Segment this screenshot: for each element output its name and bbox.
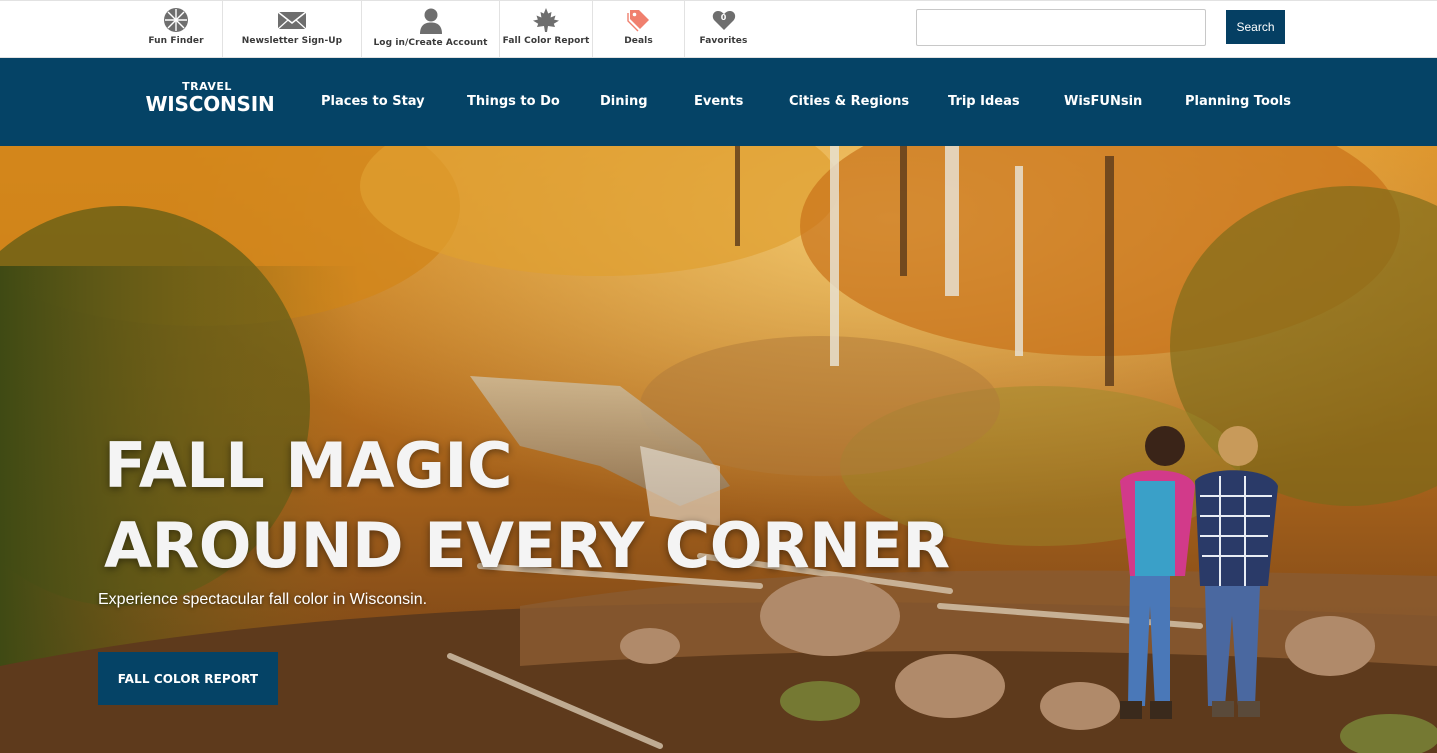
nav-places-to-stay[interactable]: Places to Stay (321, 94, 425, 109)
newsletter-signup-link[interactable]: Newsletter Sign-Up (223, 1, 362, 58)
hero-headline-line1: FALL MAGIC (104, 429, 512, 502)
deals-link[interactable]: Deals (593, 1, 685, 58)
newsletter-signup-label: Newsletter Sign-Up (241, 36, 343, 46)
utility-bar: Fun Finder Newsletter Sign-Up Log in/Cre… (0, 0, 1437, 58)
fall-color-report-label: Fall Color Report (502, 36, 590, 46)
fall-color-report-button[interactable]: FALL COLOR REPORT (98, 652, 278, 705)
favorites-label: Favorites (699, 36, 748, 46)
fun-finder-link[interactable]: Fun Finder (130, 1, 223, 58)
nav-wisfunsin[interactable]: WisFUNsin (1064, 94, 1142, 109)
deals-label: Deals (624, 36, 653, 46)
search-button[interactable]: Search (1226, 10, 1285, 44)
login-create-account-label: Log in/Create Account (373, 38, 488, 48)
nav-cities-regions[interactable]: Cities & Regions (789, 94, 909, 109)
favorites-icon-wrap: 0 (711, 7, 737, 33)
price-tag-icon (626, 10, 649, 32)
user-icon (419, 8, 442, 34)
fun-finder-label: Fun Finder (148, 36, 204, 46)
login-create-account-link[interactable]: Log in/Create Account (362, 1, 500, 58)
nav-planning-tools[interactable]: Planning Tools (1185, 94, 1291, 109)
hero-banner: FALL MAGIC AROUND EVERY CORNER Experienc… (0, 146, 1437, 753)
favorites-count-badge: 0 (720, 13, 727, 22)
compass-icon (164, 8, 188, 32)
hero-subtitle: Experience spectacular fall color in Wis… (98, 591, 428, 608)
nav-dining[interactable]: Dining (600, 94, 648, 109)
nav-things-to-do[interactable]: Things to Do (467, 94, 560, 109)
search-input[interactable] (916, 9, 1206, 46)
travel-wisconsin-logo[interactable]: TRAVEL WISCONSIN (140, 80, 280, 126)
maple-leaf-icon (533, 8, 559, 32)
envelope-icon (277, 11, 307, 30)
favorites-link[interactable]: 0 Favorites (685, 1, 762, 58)
main-navigation: TRAVEL WISCONSIN Places to Stay Things t… (0, 58, 1437, 146)
logo-wisconsin-text: WISCONSIN (145, 92, 275, 116)
nav-trip-ideas[interactable]: Trip Ideas (948, 94, 1020, 109)
fall-color-report-link[interactable]: Fall Color Report (500, 1, 593, 58)
hero-headline-line2: AROUND EVERY CORNER (104, 509, 950, 582)
nav-events[interactable]: Events (694, 94, 743, 109)
hero-headline: FALL MAGIC AROUND EVERY CORNER (104, 426, 950, 586)
